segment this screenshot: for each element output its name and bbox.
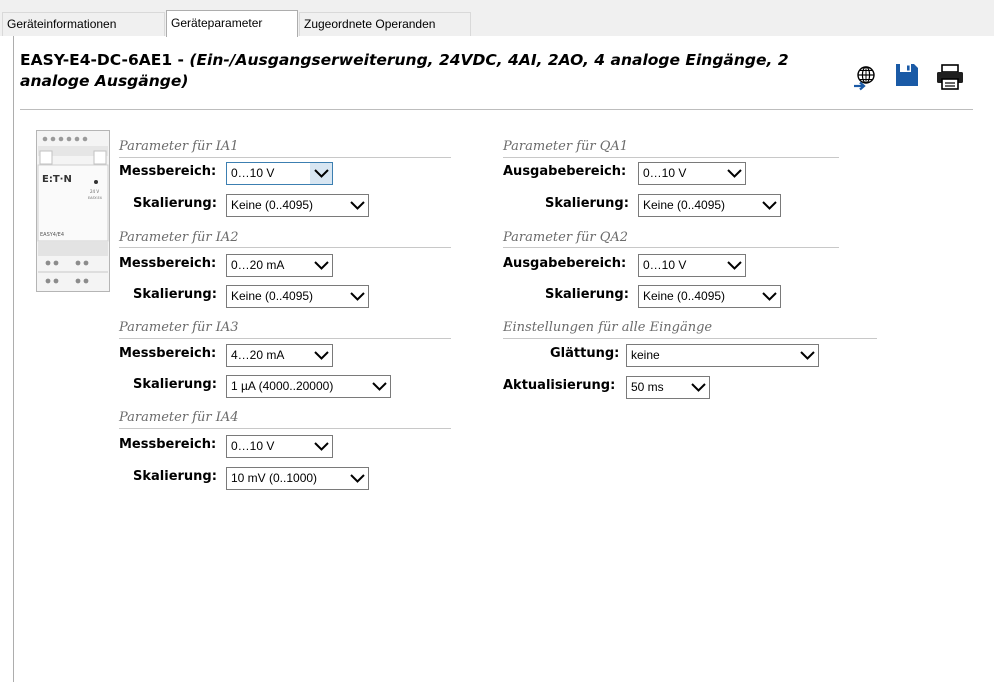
skalierung-label: Skalierung:: [545, 287, 629, 302]
chevron-down-icon: [346, 286, 368, 307]
chevron-down-icon: [310, 345, 332, 366]
section-line: [119, 157, 451, 158]
ia2-skalierung-select[interactable]: Keine (0..4095): [226, 285, 369, 308]
ausgabebereich-label: Ausgabebereich:: [503, 256, 627, 271]
save-icon[interactable]: [895, 63, 923, 91]
section-title-qa1: Parameter für QA1: [503, 139, 629, 154]
ia2-messbereich-select[interactable]: 0…20 mA: [226, 254, 333, 277]
select-value: 0…10 V: [643, 166, 687, 180]
device-name: EASY-E4-DC-6AE1: [20, 51, 173, 69]
section-line: [503, 338, 877, 339]
chevron-down-icon: [310, 163, 332, 184]
qa1-skalierung-select[interactable]: Keine (0..4095): [638, 194, 781, 217]
tab-zugeordnete-operanden[interactable]: Zugeordnete Operanden: [299, 12, 471, 36]
messbereich-label: Messbereich:: [119, 437, 217, 452]
section-line: [503, 247, 839, 248]
chevron-down-icon: [310, 255, 332, 276]
skalierung-label: Skalierung:: [133, 377, 217, 392]
section-line: [503, 157, 839, 158]
tab-bar: Geräteinformationen Geräteparameter Zuge…: [0, 0, 994, 37]
device-brand-label: E:T·N: [42, 174, 72, 185]
ia3-skalierung-select[interactable]: 1 µA (4000..20000): [226, 375, 391, 398]
glaettung-select[interactable]: keine: [626, 344, 819, 367]
ia1-skalierung-select[interactable]: Keine (0..4095): [226, 194, 369, 217]
tab-geraeteparameter[interactable]: Geräteparameter: [166, 10, 298, 37]
ia4-messbereich-select[interactable]: 0…10 V: [226, 435, 333, 458]
section-title-qa2: Parameter für QA2: [503, 230, 629, 245]
skalierung-label: Skalierung:: [133, 287, 217, 302]
section-title-ia4: Parameter für IA4: [119, 410, 239, 425]
svg-text:EASY-E4: EASY-E4: [88, 196, 102, 200]
section-title-ia1: Parameter für IA1: [119, 139, 239, 154]
select-value: 0…20 mA: [231, 258, 285, 272]
svg-text:24 V: 24 V: [90, 189, 99, 194]
chevron-down-icon: [687, 377, 709, 398]
messbereich-label: Messbereich:: [119, 346, 217, 361]
skalierung-label: Skalierung:: [133, 196, 217, 211]
select-value: Keine (0..4095): [643, 198, 726, 212]
tab-geraeteinformationen[interactable]: Geräteinformationen: [2, 12, 165, 36]
messbereich-label: Messbereich:: [119, 256, 217, 271]
select-value: keine: [631, 348, 660, 362]
chevron-down-icon: [346, 468, 368, 489]
select-value: 50 ms: [631, 380, 664, 394]
select-value: 1 µA (4000..20000): [231, 379, 334, 393]
page-title: EASY-E4-DC-6AE1 - (Ein-/Ausgangserweiter…: [20, 50, 840, 92]
chevron-down-icon: [310, 436, 332, 457]
qa2-ausgabebereich-select[interactable]: 0…10 V: [638, 254, 746, 277]
chevron-down-icon: [723, 163, 745, 184]
print-icon[interactable]: [936, 64, 964, 92]
ia3-messbereich-select[interactable]: 4…20 mA: [226, 344, 333, 367]
select-value: 4…20 mA: [231, 348, 285, 362]
section-line: [119, 247, 451, 248]
chevron-down-icon: [758, 286, 780, 307]
chevron-down-icon: [368, 376, 390, 397]
select-value: Keine (0..4095): [231, 289, 314, 303]
qa1-ausgabebereich-select[interactable]: 0…10 V: [638, 162, 746, 185]
glaettung-label: Glättung:: [550, 346, 620, 361]
aktualisierung-select[interactable]: 50 ms: [626, 376, 710, 399]
section-title-all-inputs: Einstellungen für alle Eingänge: [503, 320, 713, 335]
select-value: Keine (0..4095): [231, 198, 314, 212]
select-value: 0…10 V: [231, 439, 275, 453]
select-value: 0…10 V: [231, 166, 275, 180]
section-title-ia3: Parameter für IA3: [119, 320, 239, 335]
section-line: [119, 338, 451, 339]
select-value: Keine (0..4095): [643, 289, 726, 303]
section-line: [119, 428, 451, 429]
chevron-down-icon: [723, 255, 745, 276]
select-value: 10 mV (0..1000): [231, 471, 318, 485]
skalierung-label: Skalierung:: [545, 196, 629, 211]
ia1-messbereich-select[interactable]: 0…10 V: [226, 162, 333, 185]
chevron-down-icon: [758, 195, 780, 216]
select-value: 0…10 V: [643, 258, 687, 272]
device-image: E:T·N 24 V EASY-E4 EASY4/E4: [36, 130, 110, 292]
chevron-down-icon: [796, 345, 818, 366]
qa2-skalierung-select[interactable]: Keine (0..4095): [638, 285, 781, 308]
chevron-down-icon: [346, 195, 368, 216]
header-divider: [20, 109, 973, 110]
aktualisierung-label: Aktualisierung:: [503, 378, 616, 393]
section-title-ia2: Parameter für IA2: [119, 230, 239, 245]
device-model-label: EASY4/E4: [40, 232, 64, 238]
ausgabebereich-label: Ausgabebereich:: [503, 164, 627, 179]
skalierung-label: Skalierung:: [133, 469, 217, 484]
title-separator: -: [172, 51, 190, 69]
ia4-skalierung-select[interactable]: 10 mV (0..1000): [226, 467, 369, 490]
globe-export-icon[interactable]: [852, 64, 880, 92]
messbereich-label: Messbereich:: [119, 164, 217, 179]
